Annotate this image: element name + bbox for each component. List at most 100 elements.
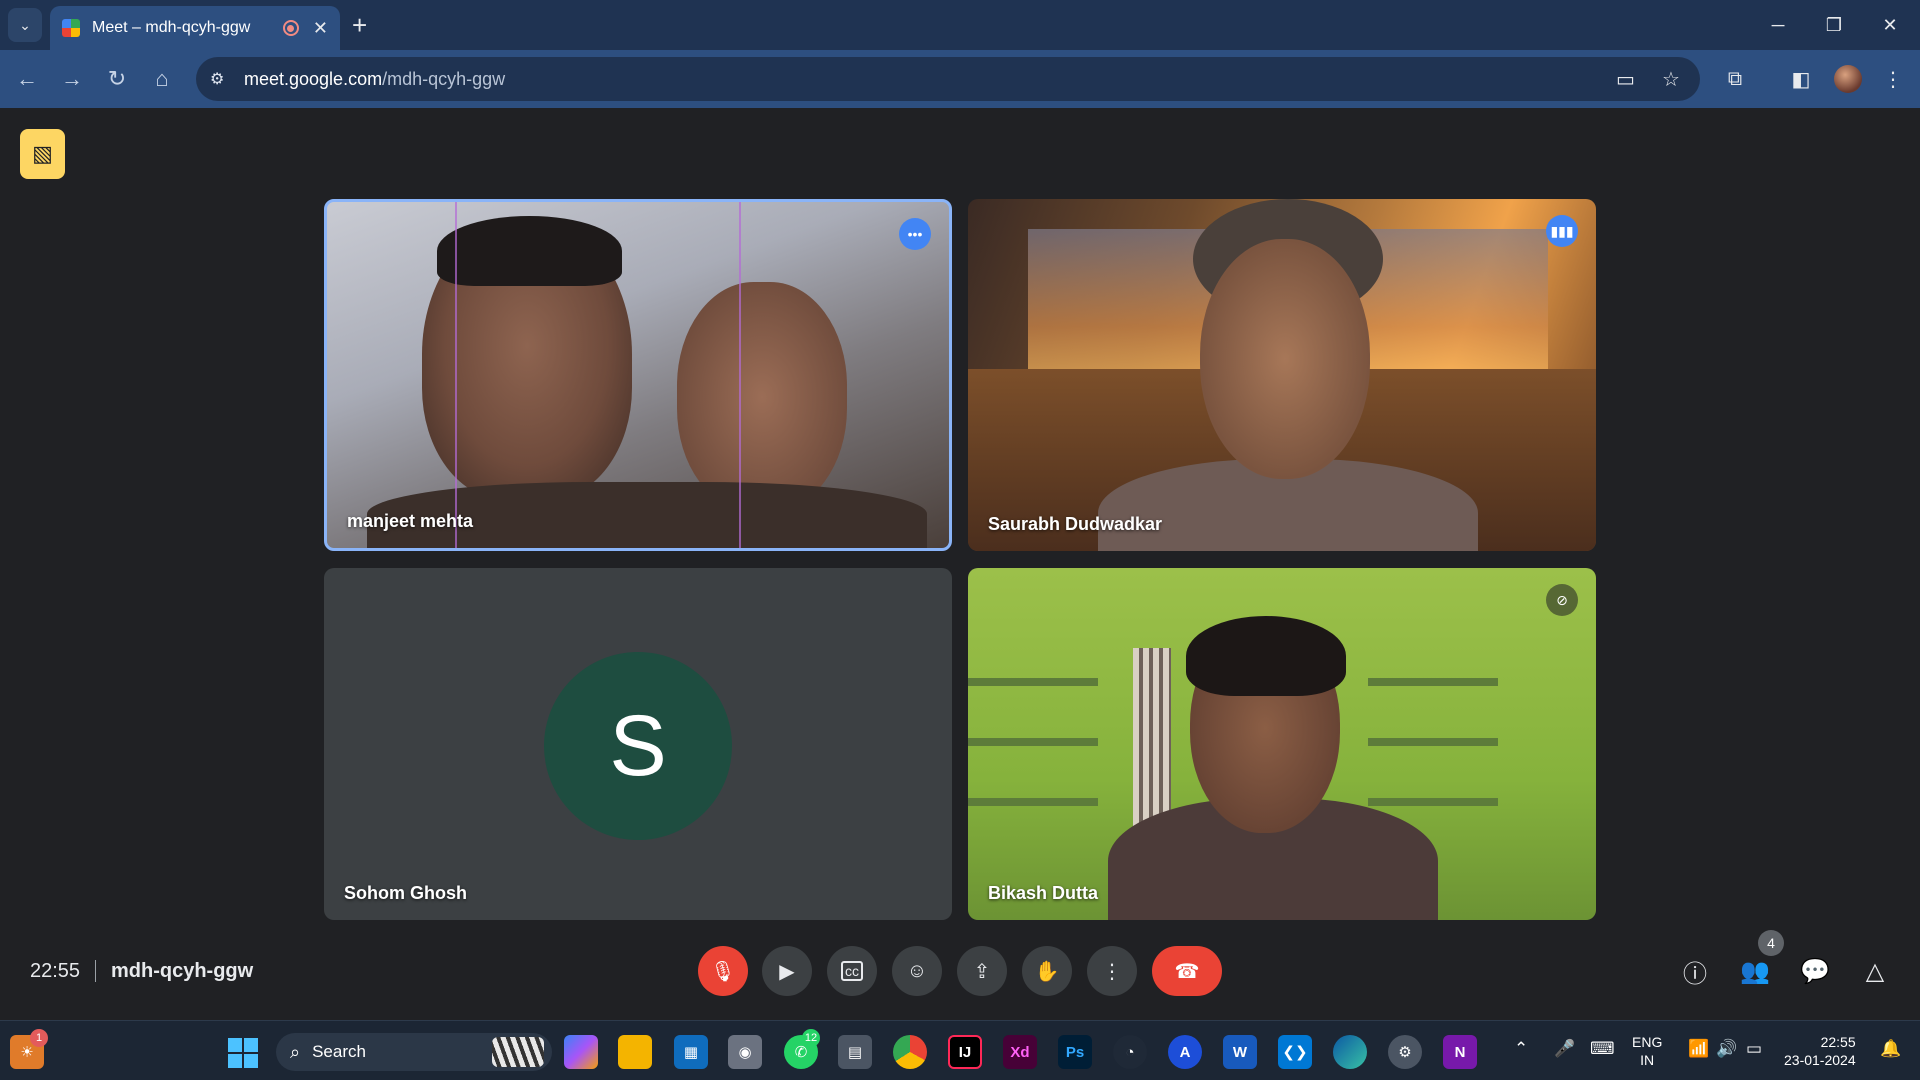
video-shelf	[1368, 798, 1498, 806]
video-shelf	[1368, 738, 1498, 746]
camera-app-icon[interactable]: ◉	[728, 1035, 762, 1069]
recording-indicator-icon	[282, 20, 299, 36]
minimize-button[interactable]: ─	[1750, 0, 1806, 50]
video-hair	[437, 216, 622, 286]
participant-tile[interactable]: ••• manjeet mehta	[324, 199, 952, 551]
video-shelf	[968, 678, 1098, 686]
word-icon[interactable]: W	[1223, 1035, 1257, 1069]
browser-tab-bar: ⌄ Meet – mdh-qcyh-ggw ✕ + ─ ❐ ✕	[0, 0, 1920, 50]
back-arrow-icon[interactable]: ←	[10, 62, 44, 96]
captions-icon: cc	[841, 961, 863, 981]
onenote-icon[interactable]: N	[1443, 1035, 1477, 1069]
url-host: meet.google.com	[244, 68, 383, 89]
store-icon[interactable]: ▦	[674, 1035, 708, 1069]
profile-avatar[interactable]	[1834, 65, 1862, 93]
present-screen-button[interactable]: ⇪	[957, 946, 1007, 996]
participant-tile[interactable]: ▮▮▮ Saurabh Dudwadkar	[968, 199, 1596, 551]
captions-button[interactable]: cc	[827, 946, 877, 996]
people-icon: 👥	[1740, 957, 1770, 985]
start-button[interactable]	[228, 1038, 258, 1068]
meeting-details-button[interactable]: ⓘ	[1672, 948, 1718, 994]
meet-favicon-icon	[62, 19, 80, 37]
activities-button[interactable]: △	[1852, 948, 1898, 994]
calculator-icon[interactable]: ▤	[838, 1035, 872, 1069]
chevron-down-icon: ⌄	[19, 16, 31, 33]
bookmark-star-icon[interactable]: ☆	[1662, 57, 1680, 101]
copilot-icon[interactable]	[564, 1035, 598, 1069]
mic-toggle-button[interactable]: 🎙	[698, 946, 748, 996]
intellij-icon[interactable]: IJ	[948, 1035, 982, 1069]
keyboard-icon[interactable]: ⌨	[1590, 1039, 1615, 1059]
more-vert-icon: ⋮	[1102, 960, 1122, 983]
taskbar-search[interactable]: ⌕ Search	[276, 1033, 552, 1071]
participant-tile[interactable]: ⊘ Bikash Dutta	[968, 568, 1596, 920]
people-count-badge: 4	[1758, 930, 1784, 956]
notification-bell-icon[interactable]: 🔔	[1880, 1039, 1901, 1059]
video-artifact	[739, 202, 741, 548]
raise-hand-button[interactable]: ✋	[1022, 946, 1072, 996]
tab-search-button[interactable]: ⌄	[8, 8, 42, 42]
side-panel-icon[interactable]: ◧	[1784, 62, 1818, 96]
wifi-icon[interactable]: 📶	[1688, 1039, 1709, 1059]
divider	[95, 960, 96, 982]
mic-off-icon: ⊘	[1546, 584, 1578, 616]
hand-icon: ✋	[1034, 960, 1060, 983]
chrome-icon[interactable]	[893, 1035, 927, 1069]
clock-date: 23-01-2024	[1784, 1052, 1856, 1068]
leave-call-button[interactable]: ☎	[1152, 946, 1222, 996]
microphone-icon[interactable]: 🎤	[1554, 1039, 1575, 1059]
reactions-button[interactable]: ☺	[892, 946, 942, 996]
meeting-code: mdh-qcyh-ggw	[111, 960, 254, 982]
mic-off-icon: 🎙	[710, 960, 736, 983]
avatar: S	[544, 652, 732, 840]
meeting-clock: 22:55	[30, 960, 81, 982]
battery-icon[interactable]: ▭	[1746, 1039, 1762, 1059]
search-highlight-icon	[492, 1037, 544, 1067]
language-indicator[interactable]: ENG IN	[1632, 1033, 1662, 1069]
home-icon[interactable]: ⌂	[145, 62, 179, 96]
settings-icon[interactable]: ⚙	[1388, 1035, 1422, 1069]
site-settings-icon[interactable]: ⚙	[210, 69, 230, 89]
camera-toggle-button[interactable]: ▶	[762, 946, 812, 996]
new-tab-button[interactable]: +	[352, 10, 367, 40]
camera-in-use-icon[interactable]: ▭	[1616, 57, 1635, 101]
low-bandwidth-warning-icon[interactable]: ▧	[20, 129, 65, 179]
browser-menu-icon[interactable]: ⋮	[1876, 62, 1910, 96]
forward-arrow-icon[interactable]: →	[55, 62, 89, 96]
tab-close-icon[interactable]: ✕	[313, 18, 328, 39]
windows-taskbar: ☀ 1 ⌕ Search ▦ ◉ ✆ 12 ▤ IJ Xd Ps ◔ A W ❮…	[0, 1020, 1920, 1080]
url-path: /mdh-qcyh-ggw	[382, 68, 506, 89]
info-icon: ⓘ	[1683, 960, 1707, 988]
vscode-icon[interactable]: ❮❯	[1278, 1035, 1312, 1069]
app-icon[interactable]: A	[1168, 1035, 1202, 1069]
browser-tab-meet[interactable]: Meet – mdh-qcyh-ggw ✕	[50, 6, 340, 50]
participant-name: Sohom Ghosh	[344, 883, 467, 903]
xd-icon[interactable]: Xd	[1003, 1035, 1037, 1069]
participant-name: Saurabh Dudwadkar	[988, 514, 1163, 534]
activities-icon: △	[1865, 957, 1885, 985]
window-close-button[interactable]: ✕	[1862, 0, 1918, 50]
audio-level-icon: ▮▮▮	[1546, 215, 1578, 247]
photoshop-icon[interactable]: Ps	[1058, 1035, 1092, 1069]
participant-tile[interactable]: S Sohom Ghosh	[324, 568, 952, 920]
edge-icon[interactable]	[1333, 1035, 1367, 1069]
system-clock[interactable]: 22:55 23-01-2024	[1784, 1033, 1856, 1069]
meet-stage: ▧ ••• manjeet mehta ▮▮▮ Saurabh Dudwadka…	[0, 108, 1920, 1020]
restore-button[interactable]: ❐	[1806, 0, 1862, 50]
browser-toolbar: ← → ↻ ⌂ ⚙ meet.google.com/mdh-qcyh-ggw ▭…	[0, 50, 1920, 108]
video-shelf	[968, 798, 1098, 806]
video-hair	[1186, 616, 1346, 696]
chevron-up-icon[interactable]: ⌃	[1514, 1039, 1528, 1059]
more-options-icon[interactable]: •••	[899, 218, 931, 250]
weather-badge: 1	[30, 1029, 48, 1047]
address-bar[interactable]: ⚙ meet.google.com/mdh-qcyh-ggw ▭ ☆	[196, 57, 1700, 101]
obs-icon[interactable]: ◔	[1113, 1035, 1147, 1069]
file-explorer-icon[interactable]	[618, 1035, 652, 1069]
reload-icon[interactable]: ↻	[100, 62, 134, 96]
more-options-button[interactable]: ⋮	[1087, 946, 1137, 996]
volume-icon[interactable]: 🔊	[1716, 1039, 1737, 1059]
participant-name: manjeet mehta	[347, 511, 474, 531]
chat-button[interactable]: 💬	[1792, 948, 1838, 994]
video-person	[1200, 239, 1370, 479]
extensions-icon[interactable]: ⧉	[1718, 62, 1752, 96]
